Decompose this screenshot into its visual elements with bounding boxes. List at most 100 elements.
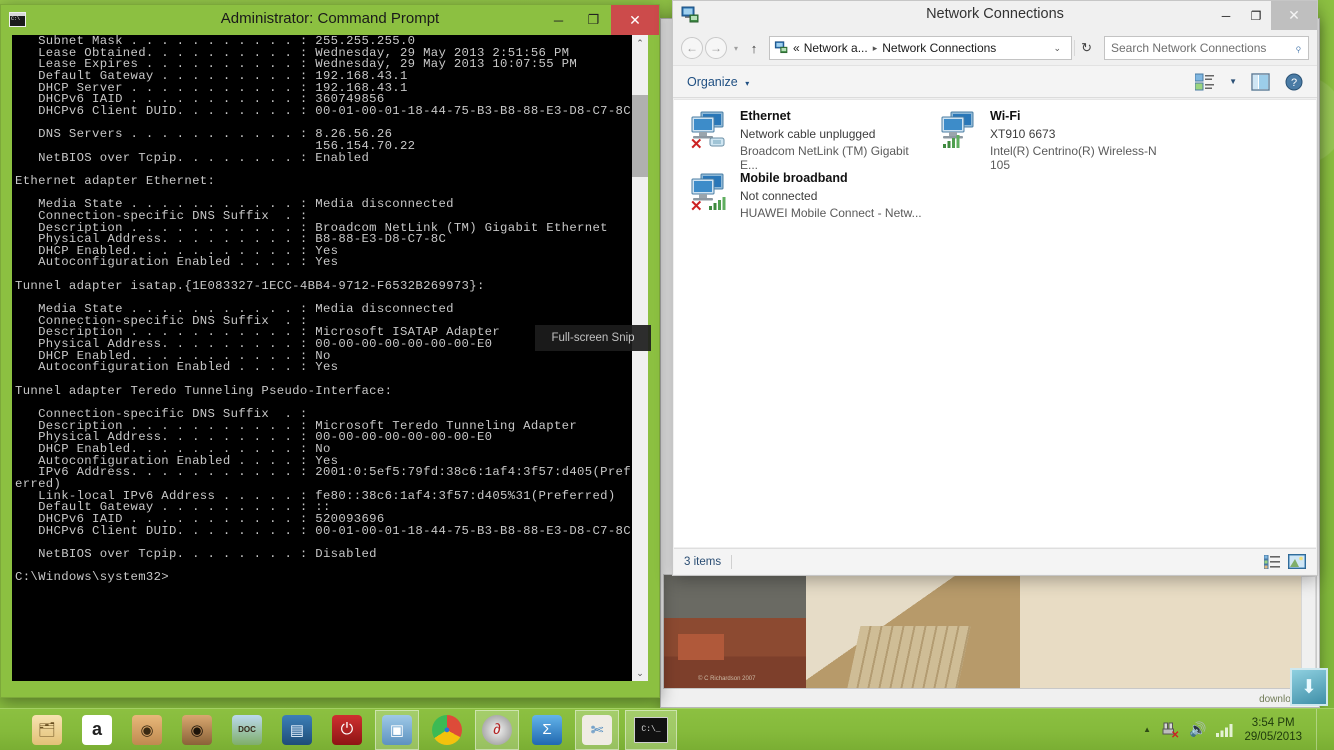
close-button[interactable]: ✕ [611,5,659,35]
photo-thumbnail[interactable]: © C Richardson 2007 [664,575,806,688]
console-output-area[interactable]: Subnet Mask . . . . . . . . . . . : 255.… [12,35,648,681]
svg-text:✕: ✕ [690,198,703,212]
search-icon[interactable]: ⌕ [1291,40,1306,55]
svg-text:✕: ✕ [1171,730,1179,738]
taskbar-button-settings-app[interactable]: ▤ [275,710,319,750]
taskbar[interactable]: 🗂 a ◉ ◉ DOC ▤ ⏻ ▣ ● ∂ Σ ✄ C:\_ ▲ ✕ 🔊 3:5… [0,708,1334,750]
command-bar[interactable]: Organize ▾ ▼ ? [673,65,1317,98]
network-unplugged-icon[interactable]: ✕ [1161,722,1179,738]
address-bar[interactable]: ← → ▾ ↑ « Network a... ▸ Network Connect… [673,31,1317,65]
breadcrumb-current[interactable]: Network Connections [882,41,996,55]
maximize-button[interactable]: ❐ [1241,1,1271,30]
close-button[interactable]: ✕ [1271,1,1317,30]
taskbar-button-clock-app[interactable]: ◉ [125,710,169,750]
organize-label: Organize [687,74,738,89]
list-item[interactable]: ✕ Mobile broadband Not connected HUAWEI … [682,168,922,230]
svg-text:✕: ✕ [690,136,703,150]
taskbar-button-avant-browser[interactable]: ∂ [475,709,519,750]
control-panel-icon: ▣ [382,714,412,745]
taskbar-button-doc-app[interactable]: DOC [225,710,269,750]
breadcrumb-root[interactable]: Network a... [804,41,868,55]
photo-strip[interactable]: © C Richardson 2007 [663,574,1317,689]
photo-caption: © C Richardson 2007 [698,676,756,682]
photo-thumbnail[interactable] [806,575,1020,688]
back-button[interactable]: ← [681,37,703,59]
help-icon[interactable]: ? [1285,73,1303,91]
taskbar-button-google-chrome[interactable]: ● [425,710,469,750]
recent-locations-icon[interactable]: ▾ [729,44,743,53]
volume-icon[interactable]: 🔊 [1189,721,1206,738]
maximize-button[interactable]: ❐ [576,5,611,35]
forward-button[interactable]: → [705,37,727,59]
network-adapter-icon: ✕ [690,173,726,212]
chevron-down-icon[interactable]: ▼ [1229,77,1237,86]
adapters-container: ✕ Ethernet Network cable unplugged Broad… [674,100,1316,220]
taskbar-button-speaker-app[interactable]: ◉ [175,710,219,750]
taskbar-button-amazon[interactable]: a [75,710,119,750]
powershell-icon: Σ [532,714,562,745]
breadcrumb-dropdown-icon[interactable]: ⌄ [1054,43,1068,54]
minimize-button[interactable]: ─ [1211,1,1241,30]
console-text: Subnet Mask . . . . . . . . . . . : 255.… [15,35,631,585]
chevron-down-icon: ▾ [745,78,750,88]
taskbar-button-control-panel[interactable]: ▣ [375,709,419,750]
minimize-button[interactable]: ─ [541,5,576,35]
command-prompt-window[interactable]: Administrator: Command Prompt ─ ❐ ✕ Subn… [0,4,660,698]
breadcrumb[interactable]: « Network a... ▸ Network Connections ⌄ [769,36,1073,60]
download-arrow-icon: ⬇ [1301,676,1317,698]
breadcrumb-prefix: « [793,41,800,55]
clock-date: 29/05/2013 [1244,730,1302,743]
power-icon: ⏻ [332,714,362,745]
network-connections-icon [774,41,788,54]
search-input[interactable]: Search Network Connections ⌕ [1104,36,1309,60]
download-shortcut[interactable]: ⬇ [1290,668,1328,706]
taskbar-button-power-app[interactable]: ⏻ [325,710,369,750]
console-scrollbar[interactable]: ⌃ ⌄ [632,35,648,681]
photo-thumbnail[interactable] [1020,575,1316,688]
snipping-tool-icon: ✄ [582,714,612,745]
command-prompt-titlebar[interactable]: Administrator: Command Prompt ─ ❐ ✕ [1,5,659,35]
clock-time: 3:54 PM [1251,716,1295,729]
settings-app-icon: ▤ [282,714,312,745]
network-connections-titlebar[interactable]: Network Connections ─ ❐ ✕ [673,1,1317,31]
network-connections-window[interactable]: Network Connections ─ ❐ ✕ ← → ▾ ↑ « Netw… [672,0,1318,576]
scrollbar-thumb[interactable] [632,95,648,177]
file-explorer-icon: 🗂 [32,714,62,745]
tiles-view-icon[interactable] [1288,554,1306,569]
scroll-down-icon[interactable]: ⌄ [632,665,648,681]
item-count: 3 items [684,555,722,568]
taskbar-button-file-explorer[interactable]: 🗂 [25,710,69,750]
adapter-device: Intel(R) Centrino(R) Wireless-N 105 [990,144,1157,172]
list-item[interactable]: ✕ Ethernet Network cable unplugged Broad… [682,106,922,172]
show-desktop-button[interactable] [1316,708,1324,750]
status-bar: 3 items [674,548,1316,574]
up-button[interactable]: ↑ [745,41,763,56]
breadcrumb-separator-icon[interactable]: ▸ [873,43,878,54]
full-screen-snip-tooltip: Full-screen Snip [535,325,651,351]
signal-icon[interactable] [1216,723,1234,737]
adapter-status: XT910 6673 [990,127,1056,141]
taskbar-button-powershell[interactable]: Σ [525,710,569,750]
adapter-name: Mobile broadband [740,171,848,185]
network-adapters-list[interactable]: ✕ Ethernet Network cable unplugged Broad… [674,99,1316,547]
scroll-up-icon[interactable]: ⌃ [632,35,648,51]
view-options-icon[interactable] [1195,73,1215,91]
details-view-icon[interactable] [1264,554,1280,569]
adapter-status: Network cable unplugged [740,127,876,141]
clock-app-icon: ◉ [132,714,162,745]
doc-app-icon: DOC [232,714,262,745]
show-hidden-icons-button[interactable]: ▲ [1143,725,1151,734]
taskbar-button-snipping-tool[interactable]: ✄ [575,709,619,750]
avant-browser-icon: ∂ [482,714,512,745]
chrome-icon: ● [432,714,462,745]
preview-pane-icon[interactable] [1251,72,1271,91]
system-tray[interactable]: ▲ ✕ 🔊 3:54 PM 29/05/2013 [1143,708,1334,750]
network-window-buttons: ─ ❐ ✕ [1211,1,1317,30]
adapter-device: HUAWEI Mobile Connect - Netw... [740,206,922,220]
taskbar-clock[interactable]: 3:54 PM 29/05/2013 [1244,716,1306,744]
list-item[interactable]: Wi-Fi XT910 6673 Intel(R) Centrino(R) Wi… [932,106,1172,172]
taskbar-button-command-prompt[interactable]: C:\_ [625,709,677,750]
command-bar-right: ▼ ? [1195,72,1303,91]
refresh-button[interactable]: ↻ [1074,40,1098,56]
organize-button[interactable]: Organize ▾ [687,75,749,89]
